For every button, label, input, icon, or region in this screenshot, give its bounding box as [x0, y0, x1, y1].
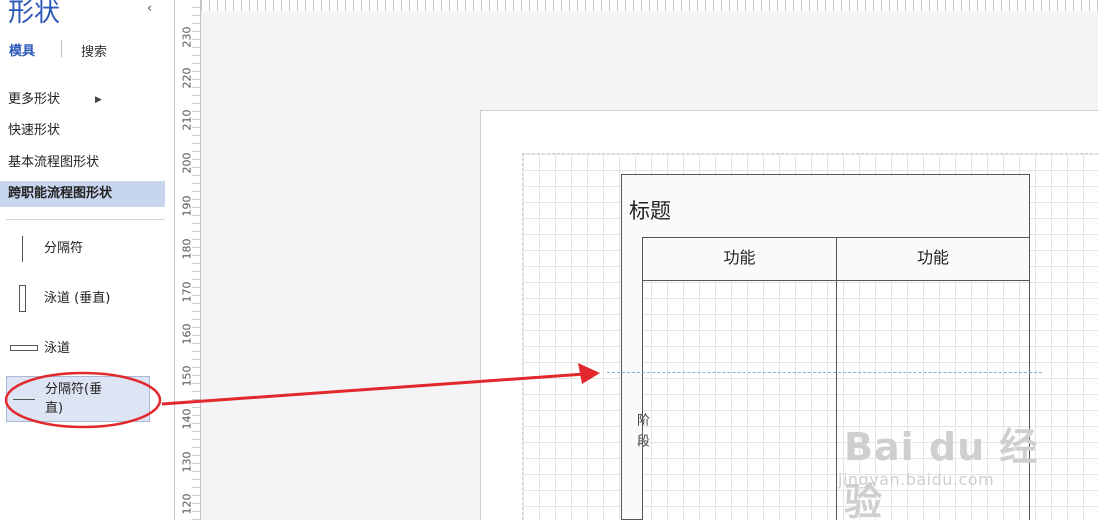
- ruler-label: 180: [180, 238, 194, 260]
- panel-divider: [6, 219, 165, 220]
- lane-header[interactable]: 功能: [642, 237, 837, 281]
- shape-label: 分隔符: [44, 241, 84, 256]
- shape-separator[interactable]: 分隔符: [6, 236, 156, 264]
- ruler-label: 170: [180, 281, 194, 303]
- shape-label: 泳道 (垂直): [44, 291, 111, 306]
- swimlane[interactable]: [642, 280, 837, 520]
- shape-swimlane[interactable]: 泳道: [6, 339, 156, 359]
- ruler-label: 230: [180, 26, 194, 48]
- tab-divider: [61, 40, 62, 57]
- ruler-label: 140: [180, 408, 194, 430]
- tab-search[interactable]: 搜索: [81, 41, 107, 60]
- lane-header[interactable]: 功能: [836, 237, 1030, 281]
- tab-stencils[interactable]: 模具: [9, 40, 35, 59]
- shape-label: 泳道: [44, 341, 71, 356]
- category-more-shapes[interactable]: 更多形状 ▶: [0, 87, 165, 113]
- shape-swimlane-vertical[interactable]: 泳道 (垂直): [6, 285, 156, 315]
- watermark-url: jingyan.baidu.com: [838, 470, 995, 489]
- category-quick-shapes[interactable]: 快速形状: [0, 118, 165, 144]
- horizontal-ruler: [201, 0, 1098, 11]
- horizontal-separator-icon: [13, 399, 35, 400]
- vertical-swimlane-icon: [19, 285, 26, 312]
- category-label: 更多形状: [8, 92, 61, 107]
- shapes-panel: 形状 ‹ 模具 搜索 更多形状 ▶ 快速形状 基本流程图形状 跨职能流程图形状 …: [0, 0, 175, 520]
- collapse-panel-button[interactable]: ‹: [147, 1, 152, 16]
- separator-drop-line: [607, 372, 1042, 373]
- ruler-label: 220: [180, 67, 194, 89]
- panel-title: 形状: [8, 0, 61, 28]
- baidu-watermark: Bai du 经验 jingyan.baidu.com: [838, 398, 1068, 524]
- shape-separator-vertical[interactable]: 分隔符(垂 直): [6, 376, 150, 422]
- category-basic-flowchart[interactable]: 基本流程图形状: [0, 150, 165, 176]
- ruler-label: 120: [180, 493, 194, 515]
- ruler-label: 160: [180, 323, 194, 345]
- triangle-right-icon: ▶: [95, 95, 102, 105]
- category-cross-functional-flowchart[interactable]: 跨职能流程图形状: [0, 181, 165, 207]
- ruler-label: 130: [180, 451, 194, 473]
- ruler-label: 210: [180, 109, 194, 131]
- horizontal-swimlane-icon: [10, 345, 38, 351]
- phase-strip[interactable]: 阶段: [621, 237, 649, 520]
- flowchart-title: 标题: [629, 199, 671, 223]
- flowchart-title-box[interactable]: 标题: [621, 174, 1030, 238]
- ruler-label: 190: [180, 195, 194, 217]
- ruler-label: 200: [180, 152, 194, 174]
- separator-icon: [22, 236, 23, 262]
- ruler-label: 150: [180, 365, 194, 387]
- shape-label: 分隔符(垂 直): [45, 382, 103, 416]
- vertical-ruler: 230 220 210 200 190 180 170 160 150 140 …: [175, 0, 201, 520]
